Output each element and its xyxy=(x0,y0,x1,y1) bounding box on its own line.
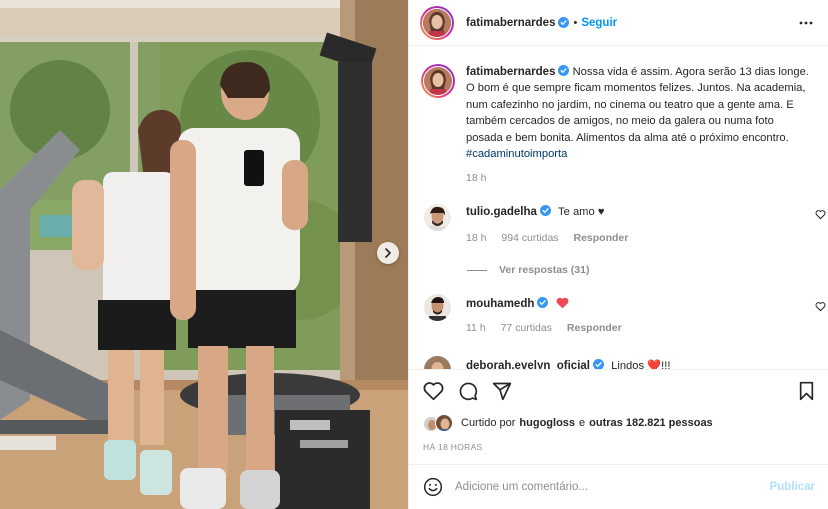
instagram-post-modal: fatimabernardes • Seguir fatimabernardes… xyxy=(0,0,828,509)
comment-body: Te amo ♥ xyxy=(558,206,605,218)
verified-badge-icon xyxy=(537,297,549,308)
author-avatar[interactable] xyxy=(423,8,451,37)
share-paper-plane-icon[interactable] xyxy=(492,381,512,401)
comment-meta: 18 h 994 curtidas Responder xyxy=(466,232,640,244)
verified-badge-icon xyxy=(593,359,604,369)
avatar-image xyxy=(424,294,451,321)
caption-line: também cercados de amigos, no meio da ga… xyxy=(466,115,774,128)
caption-author-ring[interactable] xyxy=(421,64,455,98)
follow-button[interactable]: Seguir xyxy=(581,17,617,29)
caption-line: Nossa vida é assim. Agora serão 13 dias … xyxy=(572,66,809,78)
post-header: fatimabernardes • Seguir xyxy=(409,0,828,46)
post-side-panel: fatimabernardes • Seguir fatimabernardes… xyxy=(408,0,828,509)
liked-by-user[interactable]: hugogloss xyxy=(519,417,575,429)
liked-by-row: Curtido por hugogloss e outras 182.821 p… xyxy=(423,414,713,432)
commenter-username[interactable]: deborah.evelyn_oficial xyxy=(466,360,590,369)
caption-hashtag[interactable]: #cadaminutoimporta xyxy=(466,148,567,160)
caption-line: posada e bem bonita. Alimentos da alma a… xyxy=(466,131,789,144)
author-username[interactable]: fatimabernardes xyxy=(466,17,555,29)
comment-likes[interactable]: 994 curtidas xyxy=(501,232,558,244)
replies-line-divider xyxy=(467,269,487,271)
publish-button[interactable]: Publicar xyxy=(770,481,815,493)
more-horizontal-icon[interactable] xyxy=(799,16,813,30)
post-action-bar xyxy=(409,370,828,412)
save-bookmark-icon[interactable] xyxy=(798,381,815,401)
comment-text-row: tulio.gadelha Te amo ♥ xyxy=(466,205,604,218)
like-heart-icon[interactable] xyxy=(423,381,444,401)
reply-button[interactable]: Responder xyxy=(567,322,622,334)
comment-body: Lindos ❤️!!! xyxy=(611,360,671,370)
reply-button[interactable]: Responder xyxy=(573,232,628,244)
liked-by-prefix: Curtido por xyxy=(461,417,516,429)
like-comment-heart-icon[interactable] xyxy=(815,209,826,220)
emoji-smiley-icon[interactable] xyxy=(423,477,443,497)
verified-badge-icon xyxy=(558,65,570,76)
comment-likes[interactable]: 77 curtidas xyxy=(501,322,552,334)
avatar-image xyxy=(436,415,452,431)
commenter-username[interactable]: tulio.gadelha xyxy=(466,206,537,218)
comment-text-row: deborah.evelyn_oficial Lindos ❤️!!! xyxy=(466,359,671,370)
add-comment-bar: Publicar xyxy=(409,464,828,509)
commenter-avatar[interactable] xyxy=(424,204,451,231)
like-comment-heart-icon[interactable] xyxy=(815,301,826,312)
chevron-right-icon xyxy=(385,248,391,258)
verified-badge-icon xyxy=(539,205,551,216)
red-heart-emoji-icon xyxy=(557,297,569,309)
caption-line: num cafezinho no jardim, no cinema ou te… xyxy=(466,98,794,111)
comment-input[interactable] xyxy=(455,481,755,493)
commenter-avatar[interactable] xyxy=(424,356,451,369)
avatar-image xyxy=(424,67,452,95)
verified-badge-icon xyxy=(558,17,570,28)
commenter-username[interactable]: mouhamedh xyxy=(466,298,534,310)
avatar-image xyxy=(423,8,451,37)
liked-by-others[interactable]: outras 182.821 pessoas xyxy=(589,417,713,429)
comment-time[interactable]: 18 h xyxy=(466,232,486,244)
liker-avatar[interactable] xyxy=(435,414,453,432)
avatar-image xyxy=(424,204,451,231)
comment-item: mouhamedh 11 h 77 curtidas Responder xyxy=(421,292,826,352)
caption-line: O bom é que sempre ficam momentos felize… xyxy=(466,82,806,95)
caption-time[interactable]: 18 h xyxy=(466,172,486,184)
commenter-avatar[interactable] xyxy=(424,294,451,321)
gym-mirror-selfie-image xyxy=(0,0,408,509)
caption-text: fatimabernardes Nossa vida é assim. Agor… xyxy=(466,64,826,162)
liked-by-avatars xyxy=(423,414,457,432)
view-replies-label: Ver respostas (31) xyxy=(499,264,590,276)
caption-author-avatar[interactable] xyxy=(424,67,452,95)
comment-meta: 11 h 77 curtidas Responder xyxy=(466,322,634,334)
liked-by-connector: e xyxy=(579,417,586,429)
view-replies-button[interactable]: Ver respostas (31) xyxy=(467,264,589,276)
separator-dot: • xyxy=(573,16,578,29)
author-story-ring[interactable] xyxy=(420,5,454,40)
avatar-image xyxy=(424,356,451,369)
caption-username[interactable]: fatimabernardes xyxy=(466,66,555,78)
post-photo[interactable] xyxy=(0,0,408,509)
comments-scroll-area[interactable]: fatimabernardes Nossa vida é assim. Agor… xyxy=(409,46,828,370)
comment-text-row: mouhamedh xyxy=(466,297,569,310)
carousel-next-button[interactable] xyxy=(377,242,399,264)
comment-time[interactable]: 11 h xyxy=(466,322,486,334)
comment-item: deborah.evelyn_oficial Lindos ❤️!!! xyxy=(421,354,826,370)
post-time-ago[interactable]: HÁ 18 HORAS xyxy=(423,442,483,452)
comment-bubble-icon[interactable] xyxy=(458,381,478,401)
